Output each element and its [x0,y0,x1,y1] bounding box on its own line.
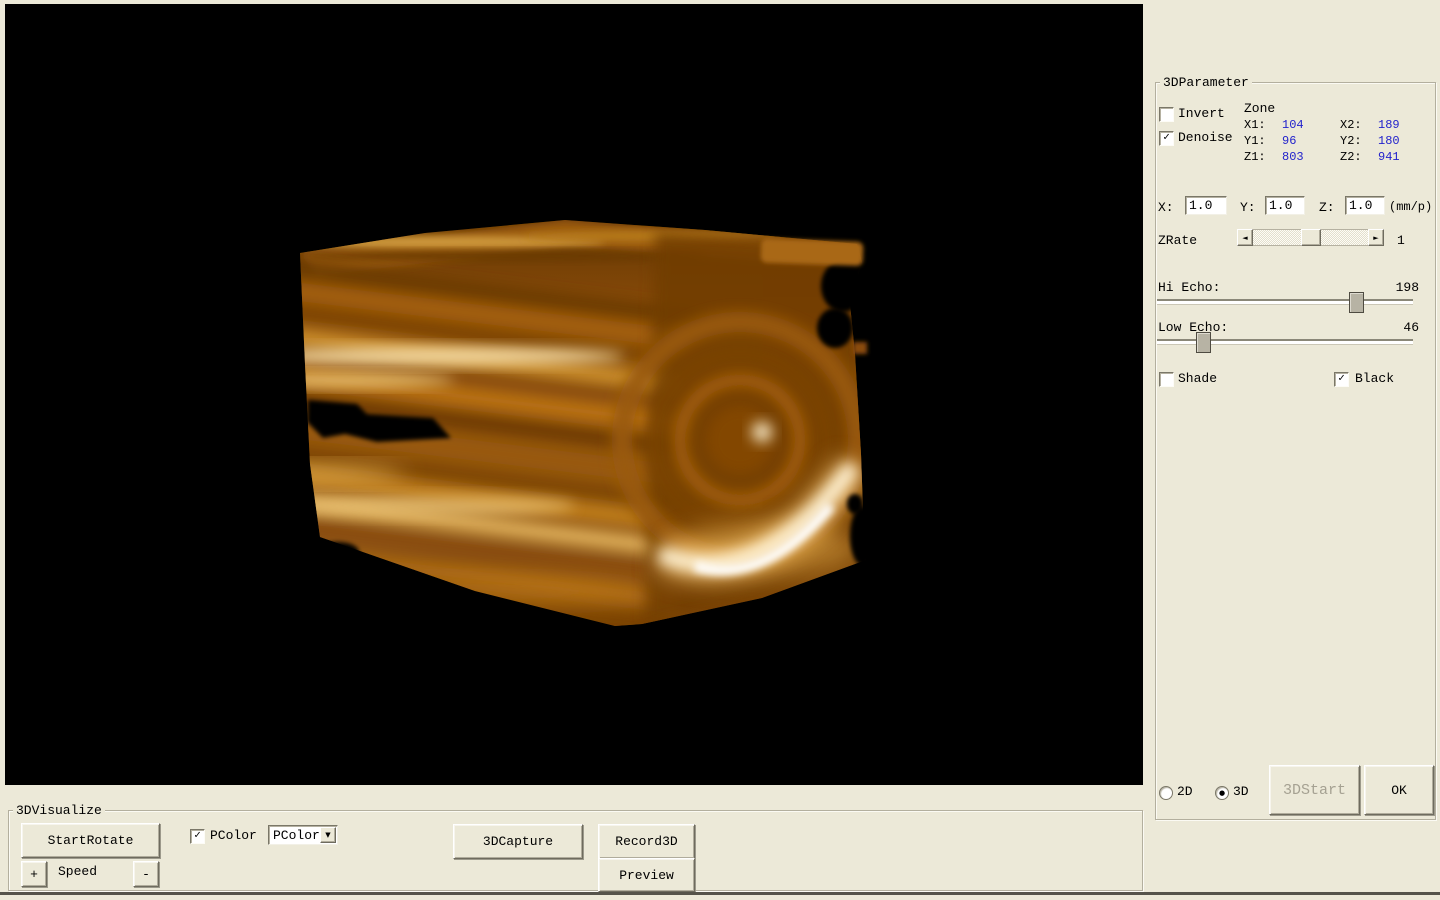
x-scale-input[interactable] [1185,196,1227,215]
zrate-value: 1 [1397,233,1405,248]
z-scale-label: Z: [1319,200,1335,215]
capture-button[interactable]: 3DCapture [453,824,583,859]
zrate-scrollbar[interactable]: ◄ ► [1237,229,1384,246]
y-scale-label: Y: [1240,200,1256,215]
zrate-label: ZRate [1158,233,1197,248]
volume-render [5,4,1143,785]
hi-echo-slider[interactable] [1157,299,1413,305]
parameter-title: 3DParameter [1160,75,1252,90]
left-arrow-glyph: ◄ [1242,234,1247,242]
pcolor-dropdown[interactable]: PColor ▼ [268,825,338,845]
zone-row: X1: 104 X2: 189 [1244,117,1430,133]
zone-value: 96 [1282,133,1340,149]
zone-label: Y2: [1340,133,1378,149]
low-echo-slider[interactable] [1157,339,1413,345]
zone-value: 104 [1282,117,1340,133]
ok-button[interactable]: OK [1364,765,1434,815]
z-scale-input[interactable] [1345,196,1385,215]
mode-2d-label: 2D [1177,784,1193,799]
speed-minus-button[interactable]: - [133,861,159,887]
zone-value: 941 [1378,149,1400,165]
pcolor-dropdown-value: PColor [273,828,320,843]
preview-button[interactable]: Preview [598,858,695,892]
pcolor-checkmark: ✓ [194,831,201,842]
zrate-left-arrow-icon[interactable]: ◄ [1237,229,1253,246]
shade-label: Shade [1178,371,1217,386]
shade-checkbox[interactable] [1159,372,1174,387]
zone-label: Y1: [1244,133,1282,149]
x-scale-label: X: [1158,200,1174,215]
parameter-groupbox: 3DParameter Invert ✓ Denoise Zone X1: 10… [1155,82,1436,820]
denoise-checkbox[interactable]: ✓ [1159,131,1174,146]
right-arrow-glyph: ► [1373,234,1378,242]
speed-plus-button[interactable]: + [21,861,47,887]
window-bottom-edge [0,892,1440,895]
low-echo-value: 46 [1403,320,1419,335]
zrate-track[interactable] [1253,229,1368,246]
zone-row: Y1: 96 Y2: 180 [1244,133,1430,149]
dropdown-arrow-icon[interactable]: ▼ [320,827,336,843]
scale-unit-label: (mm/p) [1389,200,1432,214]
zone-label: Z1: [1244,149,1282,165]
hi-echo-thumb[interactable] [1349,292,1364,313]
black-checkbox[interactable]: ✓ [1334,372,1349,387]
y-scale-input[interactable] [1265,196,1305,215]
mode-3d-label: 3D [1233,784,1249,799]
denoise-checkmark: ✓ [1163,133,1170,144]
invert-label: Invert [1178,106,1225,121]
start-rotate-button[interactable]: StartRotate [21,823,160,858]
zrate-right-arrow-icon[interactable]: ► [1368,229,1384,246]
zone-value: 189 [1378,117,1400,133]
zone-label: Z2: [1340,149,1378,165]
black-checkmark: ✓ [1338,374,1345,385]
start3d-button[interactable]: 3DStart [1269,765,1360,815]
zrate-thumb[interactable] [1301,229,1321,246]
zone-table: X1: 104 X2: 189 Y1: 96 Y2: 180 Z1: 803 Z… [1244,117,1430,165]
low-echo-thumb[interactable] [1196,332,1211,353]
invert-checkbox[interactable] [1159,107,1174,122]
visualize-title: 3DVisualize [13,803,105,818]
black-label: Black [1355,371,1394,386]
render-viewport[interactable] [5,4,1143,785]
zone-title: Zone [1244,101,1275,116]
zone-row: Z1: 803 Z2: 941 [1244,149,1430,165]
hi-echo-label: Hi Echo: [1158,280,1220,295]
speed-label: Speed [58,864,97,879]
zone-label: X1: [1244,117,1282,133]
zone-value: 803 [1282,149,1340,165]
visualize-groupbox: 3DVisualize StartRotate ✓ PColor PColor … [8,810,1143,891]
mode-3d-radio[interactable]: ● [1215,786,1229,800]
record-button[interactable]: Record3D [598,824,695,859]
zone-value: 180 [1378,133,1400,149]
mode-2d-radio[interactable] [1159,786,1173,800]
low-echo-label: Low Echo: [1158,320,1228,335]
radio-dot: ● [1219,790,1225,797]
denoise-label: Denoise [1178,130,1233,145]
zone-label: X2: [1340,117,1378,133]
pcolor-checkbox[interactable]: ✓ [190,829,205,844]
hi-echo-value: 198 [1396,280,1419,295]
down-arrow-glyph: ▼ [325,831,330,839]
pcolor-label: PColor [210,828,257,843]
